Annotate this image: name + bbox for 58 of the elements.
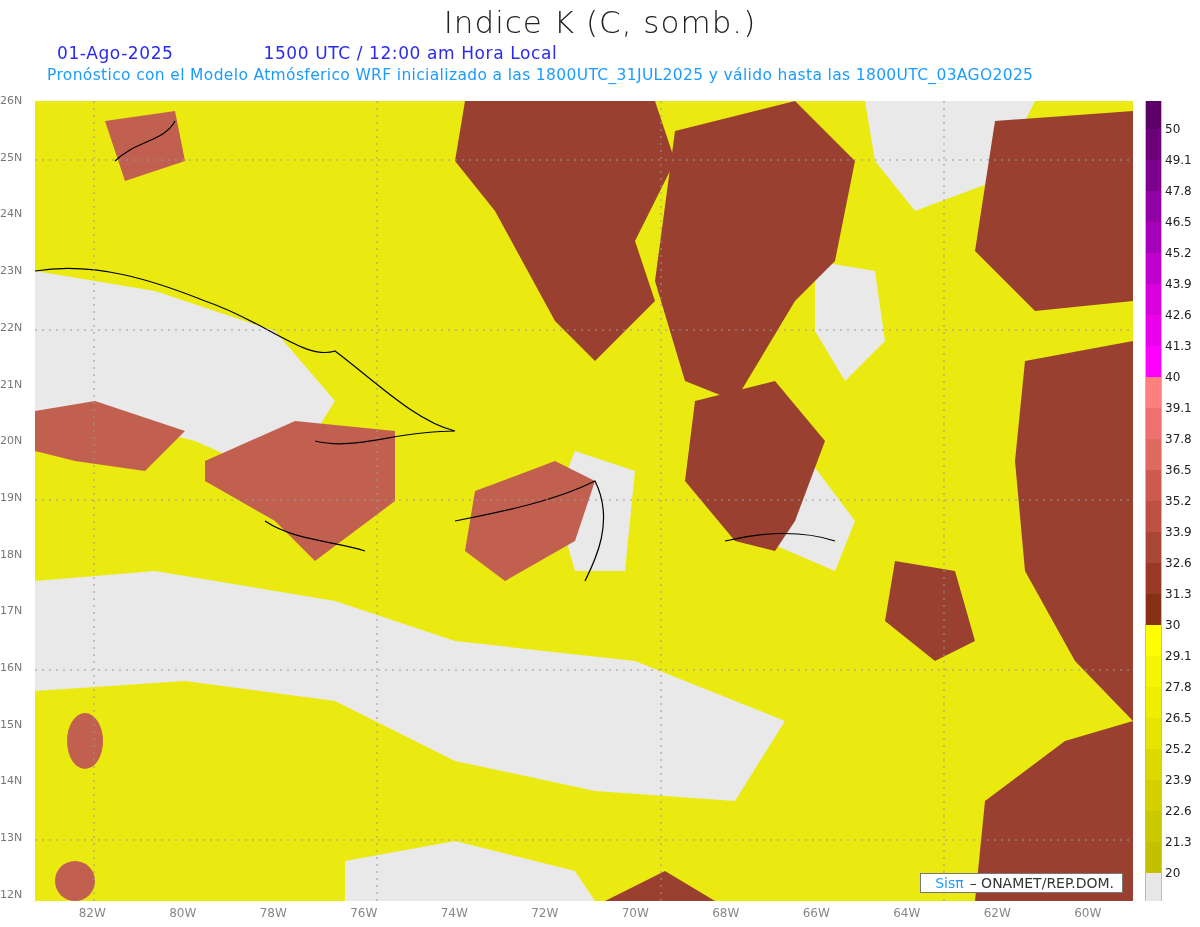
colorbar-label: 43.9 [1165,277,1192,291]
latitude-label: 12N [0,888,24,901]
colorbar-label: 35.2 [1165,494,1192,508]
longitude-label: 64W [892,906,922,920]
colorbar-label: 27.8 [1165,680,1192,694]
longitude-label: 78W [258,906,288,920]
longitude-label: 68W [711,906,741,920]
colorbar-label: 29.1 [1165,649,1192,663]
latitude-label: 26N [0,95,24,107]
longitude-label: 70W [620,906,650,920]
longitude-label: 72W [530,906,560,920]
colorbar-label: 21.3 [1165,835,1192,849]
latitude-label: 13N [0,832,24,845]
colorbar-label: 33.9 [1165,525,1192,539]
latitude-label: 20N [0,435,24,448]
credit-text: – ONAMET/REP.DOM. [969,875,1114,891]
credit-logo: Sisπ [935,875,964,891]
longitude-label: 74W [439,906,469,920]
colorbar-label: 32.6 [1165,556,1192,570]
colorbar-label: 25.2 [1165,742,1192,756]
latitude-label: 19N [0,491,24,504]
latitude-label: 15N [0,718,24,731]
colorbar-label: 37.8 [1165,432,1192,446]
colorbar-label: 46.5 [1165,215,1192,229]
colorbar-label: 23.9 [1165,773,1192,787]
latitude-label: 18N [0,548,24,561]
colorbar-label: 36.5 [1165,463,1192,477]
colorbar-label: 41.3 [1165,339,1192,353]
colorbar-label: 50 [1165,122,1181,136]
colorbar-label: 20 [1165,866,1181,880]
latitude-label: 23N [0,265,24,278]
latitude-label: 21N [0,378,24,391]
longitude-label: 66W [801,906,831,920]
latitude-label: 14N [0,775,24,788]
longitude-label: 82W [77,906,107,920]
latitude-label: 16N [0,662,24,675]
longitude-label: 80W [168,906,198,920]
latitude-label: 24N [0,208,24,221]
colorbar-label: 49.1 [1165,153,1192,167]
colorbar-label: 39.1 [1165,401,1192,415]
latitude-label: 22N [0,321,24,334]
colorbar-label: 42.6 [1165,308,1192,322]
longitude-label: 62W [982,906,1012,920]
latitude-label: 17N [0,605,24,618]
chart-title: Indice K (C, somb.) [442,3,758,42]
colorbar-label: 30 [1165,618,1181,632]
forecast-date: 01-Ago-2025 [57,43,174,63]
colorbar-label: 45.2 [1165,246,1192,260]
colorbar-label: 40 [1165,370,1181,384]
longitude-label: 76W [349,906,379,920]
forecast-subtitle: Pronóstico con el Modelo Atmósferico WRF inicializado a las 1800UTC_31JUL2025 y válido hasta las 1800UTC_03AGO2025 [47,65,1035,86]
colorbar-label: 26.5 [1165,711,1192,725]
longitude-label: 60W [1073,906,1103,920]
colorbar-label: 22.6 [1165,804,1192,818]
colorbar-label: 47.8 [1165,184,1192,198]
forecast-time: 1500 UTC / 12:00 am Hora Local [263,43,558,63]
latitude-label: 25N [0,151,24,164]
colorbar-label: 31.3 [1165,587,1192,601]
